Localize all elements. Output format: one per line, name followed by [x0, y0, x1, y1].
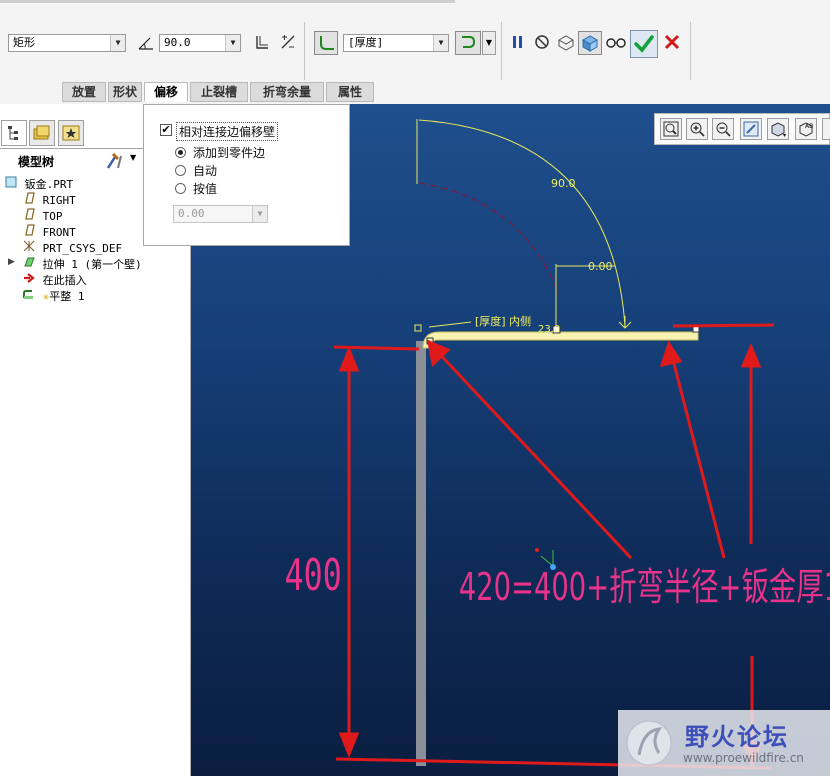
chevron-down-icon[interactable]: ▼	[252, 206, 267, 222]
settings-tools-icon[interactable]	[103, 151, 127, 171]
tree-item-flat-wall[interactable]: ✳平整 1	[22, 288, 85, 304]
preview-mesh-icon[interactable]	[555, 32, 577, 54]
chevron-down-icon[interactable]: ▼	[482, 31, 496, 55]
right-annotation: 420=400+折弯半径+钣金厚10	[459, 564, 830, 609]
offset-value-input[interactable]: 0.00 ▼	[173, 205, 268, 223]
svg-text:AB: AB	[805, 123, 813, 130]
tab-relief[interactable]: 止裂槽	[190, 82, 248, 102]
tree-item-top-plane[interactable]: TOP	[22, 208, 63, 224]
shape-select[interactable]: 矩形 ▼	[8, 34, 126, 52]
glasses-verify-icon[interactable]	[604, 32, 628, 54]
hidden-dimension: 23.0	[538, 324, 560, 335]
bend-radius-icon[interactable]	[314, 31, 338, 55]
tree-item-extrude[interactable]: 拉伸 1 (第一个壁)	[22, 256, 142, 272]
offset-wall-checkbox-label[interactable]: 相对连接边偏移壁	[176, 122, 279, 141]
tree-item-label: 拉伸 1 (第一个壁)	[42, 258, 142, 271]
tab-properties[interactable]: 属性	[326, 82, 374, 102]
dim-arrow	[618, 316, 632, 329]
radio-add-to-part-edge[interactable]	[175, 147, 186, 158]
radio-by-value[interactable]	[175, 183, 186, 194]
radio-auto[interactable]	[175, 165, 186, 176]
zoom-in-icon[interactable]	[686, 118, 708, 140]
drag-handle[interactable]	[414, 324, 422, 332]
angle-icon	[136, 34, 156, 52]
sheetmetal-dashboard: 矩形 ▼ 90.0 ▼ [厚度] ▼ ▼ 放置 形状 偏移 止裂槽 折弯余量 属…	[0, 0, 830, 105]
tree-item-label: 平整 1	[49, 290, 85, 303]
tree-item-front-plane[interactable]: FRONT	[22, 224, 76, 240]
display-style-icon[interactable]	[767, 118, 789, 140]
watermark-url: www.proewildfire.cn	[683, 751, 804, 765]
tree-item-label: 在此插入	[42, 274, 87, 287]
radio-auto-label: 自动	[193, 164, 218, 178]
model-tree-tab-icon[interactable]	[1, 120, 27, 146]
tab-bend-allowance[interactable]: 折弯余量	[250, 82, 324, 102]
no-preview-icon[interactable]	[531, 32, 553, 54]
dashboard-top-line	[0, 0, 455, 3]
flat-wall-icon	[22, 288, 36, 306]
watermark-logo-icon	[626, 720, 672, 766]
shape-select-value: 矩形	[13, 36, 35, 49]
angle-input[interactable]: 90.0 ▼	[159, 34, 241, 52]
tree-item-label: PRT_CSYS_DEF	[42, 242, 123, 255]
tab-shape[interactable]: 形状	[108, 82, 142, 102]
radio-by-value-label: 按值	[193, 182, 218, 196]
separator	[501, 22, 502, 80]
offset-value: 0.00	[178, 207, 205, 220]
separator	[690, 22, 691, 80]
wall-side-icon[interactable]	[251, 32, 273, 54]
flip-direction-icon[interactable]	[277, 32, 299, 54]
tree-item-csys[interactable]: PRT_CSYS_DEF	[22, 240, 122, 256]
model-tree-header: 模型树	[18, 155, 55, 169]
preview-solid-icon[interactable]	[578, 31, 602, 55]
chevron-down-icon[interactable]: ▼	[433, 35, 448, 51]
radio-add-to-part-edge-label: 添加到零件边	[193, 146, 266, 160]
tree-item-label: TOP	[42, 210, 63, 223]
csys-x-axis	[535, 548, 539, 552]
bend-side-icon[interactable]	[455, 31, 481, 55]
saved-views-icon[interactable]: AB	[795, 118, 817, 140]
tab-offset[interactable]: 偏移	[144, 82, 188, 102]
chevron-down-icon[interactable]: ▼	[110, 35, 125, 51]
angle-dimension[interactable]: 90.0	[551, 177, 576, 190]
tree-item-right-plane[interactable]: RIGHT	[22, 192, 76, 208]
folder-browser-tab-icon[interactable]	[29, 120, 55, 146]
repaint-icon[interactable]	[740, 118, 762, 140]
offset-wall-checkbox[interactable]: ✔	[160, 124, 172, 136]
angle-value: 90.0	[164, 36, 191, 49]
thickness-leader	[428, 321, 472, 328]
watermark: 野火论坛 www.proewildfire.cn	[618, 710, 830, 776]
tree-item-insert-here[interactable]: 在此插入	[22, 272, 87, 288]
offset-dimension[interactable]: 0.00	[588, 260, 613, 273]
more-tools-icon[interactable]	[822, 118, 830, 140]
first-wall	[416, 341, 426, 766]
tree-item-label: 钣金.PRT	[24, 178, 74, 191]
bend-radius-value: [厚度]	[348, 36, 384, 49]
angle-dimension-arc	[418, 119, 626, 327]
part-icon	[4, 176, 18, 194]
separator	[304, 22, 305, 80]
favorites-tab-icon[interactable]	[58, 120, 84, 146]
refit-icon[interactable]	[660, 118, 682, 140]
tree-item-label: RIGHT	[42, 194, 76, 207]
cancel-icon[interactable]	[661, 32, 683, 54]
confirm-icon[interactable]	[630, 30, 658, 58]
pause-icon[interactable]	[507, 32, 529, 54]
flat-wall-preview	[422, 331, 699, 349]
chevron-down-icon[interactable]: ▼	[130, 153, 136, 162]
zoom-out-icon[interactable]	[712, 118, 734, 140]
left-annotation: 400	[285, 550, 342, 602]
tree-item-part[interactable]: 钣金.PRT	[4, 176, 73, 192]
expand-icon[interactable]: ▶	[8, 257, 15, 267]
thickness-side-label[interactable]: [厚度] 内侧	[475, 314, 531, 328]
angle-preview-arc	[418, 182, 560, 295]
watermark-title: 野火论坛	[685, 723, 789, 751]
offset-panel: ✔ 相对连接边偏移壁 添加到零件边 自动 按值 0.00 ▼	[143, 104, 350, 246]
markup-arrows	[333, 323, 775, 770]
bend-radius-select[interactable]: [厚度] ▼	[343, 34, 449, 52]
tree-item-label: FRONT	[42, 226, 76, 239]
chevron-down-icon[interactable]: ▼	[225, 35, 240, 51]
tab-placement[interactable]: 放置	[62, 82, 106, 102]
